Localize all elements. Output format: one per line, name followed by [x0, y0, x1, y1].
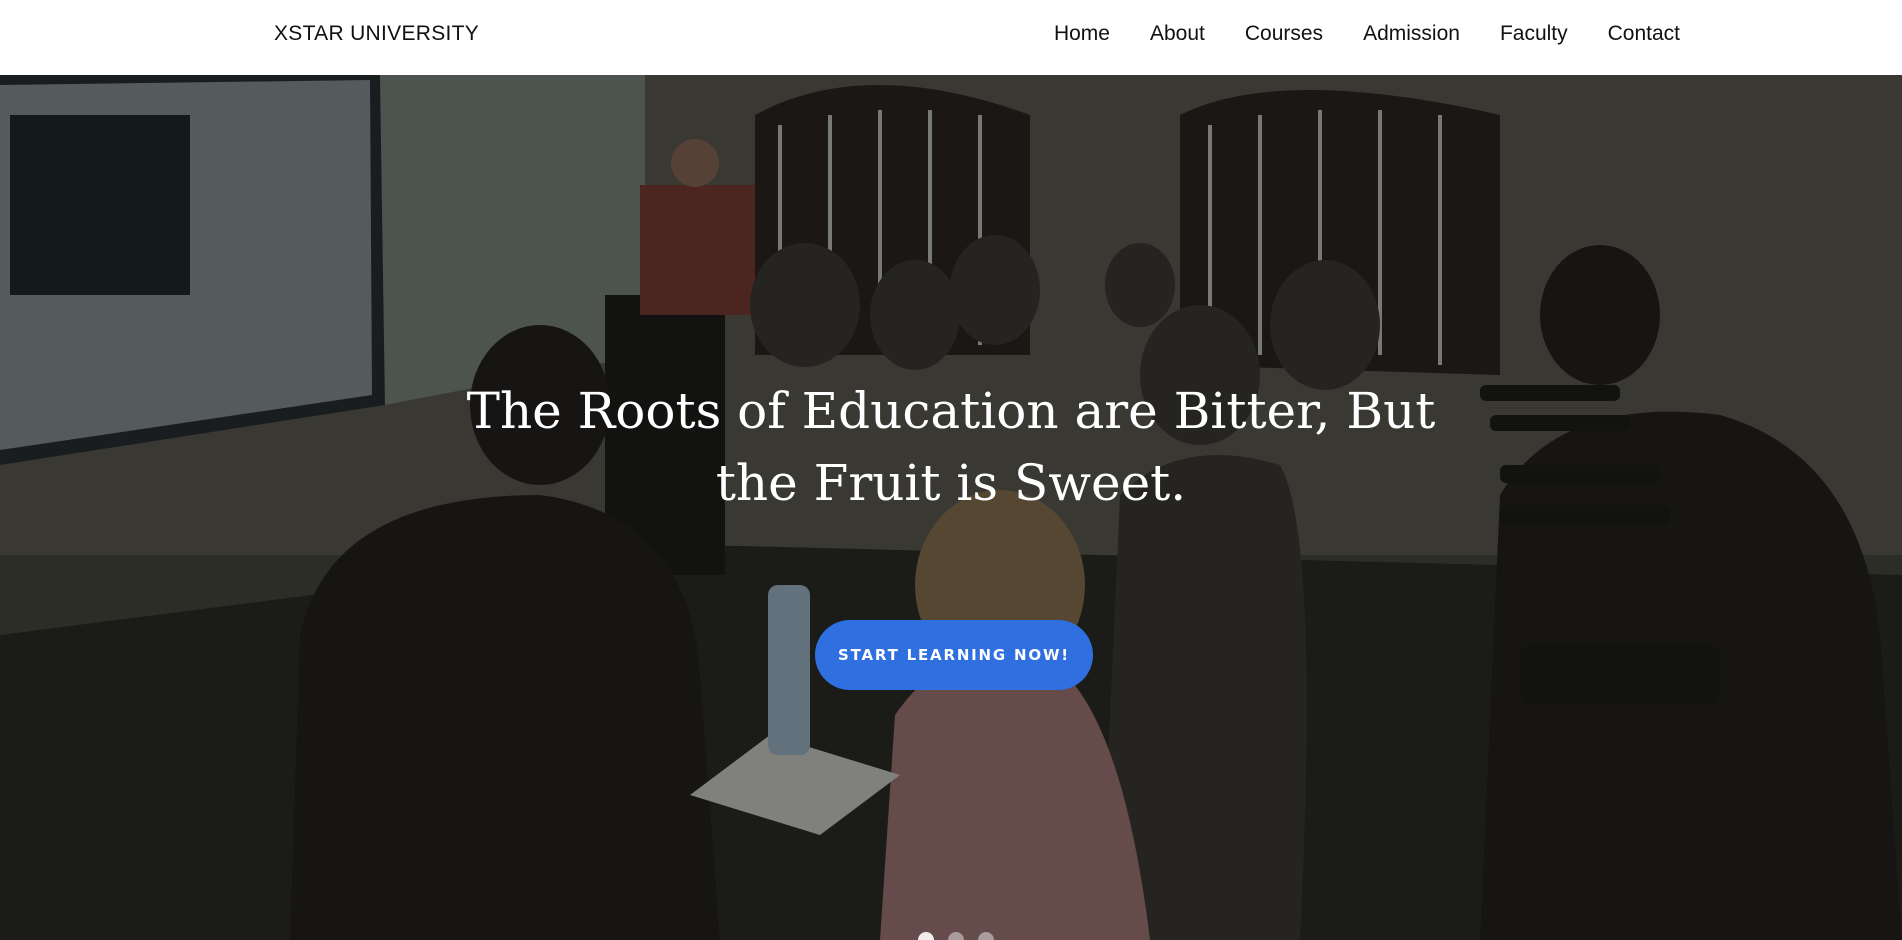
- nav-item-home: Home: [1054, 22, 1110, 46]
- hero-carousel: The Roots of Education are Bitter, But t…: [0, 75, 1902, 940]
- nav-link-home[interactable]: Home: [1054, 22, 1110, 45]
- carousel-dot-3[interactable]: [978, 932, 994, 940]
- nav-item-courses: Courses: [1245, 22, 1323, 46]
- carousel-dot-1[interactable]: [918, 932, 934, 940]
- nav-link-courses[interactable]: Courses: [1245, 22, 1323, 45]
- nav-link-admission[interactable]: Admission: [1363, 22, 1460, 45]
- nav-item-admission: Admission: [1363, 22, 1460, 46]
- nav-link-contact[interactable]: Contact: [1608, 22, 1680, 45]
- hero-headline: The Roots of Education are Bitter, But t…: [466, 382, 1436, 512]
- nav-link-faculty[interactable]: Faculty: [1500, 22, 1568, 45]
- start-learning-button[interactable]: START LEARNING NOW!: [815, 620, 1093, 690]
- top-navbar: XSTAR UNIVERSITY Home About Courses Admi…: [0, 0, 1902, 75]
- nav-item-contact: Contact: [1608, 22, 1680, 46]
- main-nav: Home About Courses Admission Faculty Con…: [1054, 22, 1680, 46]
- carousel-dot-2[interactable]: [948, 932, 964, 940]
- nav-link-about[interactable]: About: [1150, 22, 1205, 45]
- carousel-indicators: [918, 932, 994, 940]
- brand-logo-link[interactable]: XSTAR UNIVERSITY: [274, 22, 479, 46]
- nav-item-faculty: Faculty: [1500, 22, 1568, 46]
- nav-item-about: About: [1150, 22, 1205, 46]
